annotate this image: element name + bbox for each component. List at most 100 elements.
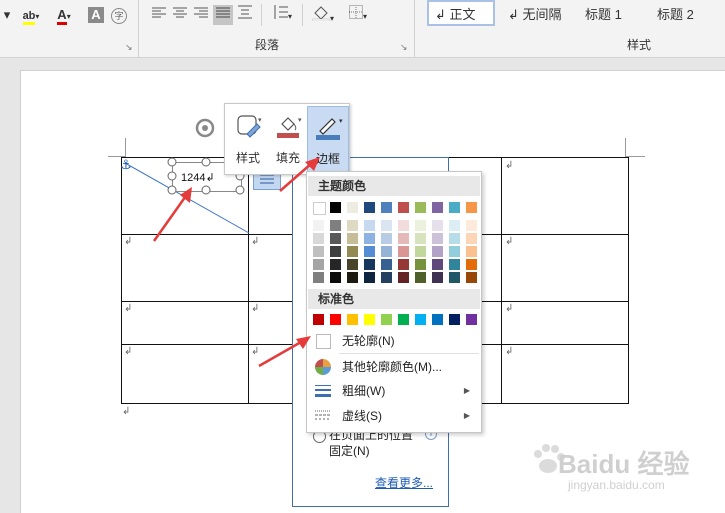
theme-color-shade-swatch[interactable] <box>330 272 341 283</box>
theme-color-shade-swatch[interactable] <box>449 259 460 270</box>
font-color-icon[interactable]: A▾ <box>52 5 76 25</box>
distribute-icon[interactable] <box>236 5 254 25</box>
theme-color-shade-swatch[interactable] <box>415 220 426 231</box>
theme-color-shade-swatch[interactable] <box>313 220 324 231</box>
theme-color-shade-swatch[interactable] <box>432 220 443 231</box>
weight-item[interactable]: 粗细(W) ▶ <box>308 380 480 402</box>
standard-color-swatch[interactable] <box>364 314 375 325</box>
theme-color-shade-swatch[interactable] <box>415 233 426 244</box>
align-center-icon[interactable] <box>171 5 189 25</box>
standard-color-swatch[interactable] <box>415 314 426 325</box>
style-heading-2[interactable]: 标题 2 <box>657 4 694 23</box>
theme-color-shade-swatch[interactable] <box>347 220 358 231</box>
theme-color-shade-swatch[interactable] <box>398 233 409 244</box>
align-left-icon[interactable] <box>150 5 168 25</box>
theme-color-shade-swatch[interactable] <box>449 233 460 244</box>
theme-color-swatch[interactable] <box>364 202 375 213</box>
enclose-char-icon[interactable]: 字 <box>110 5 128 25</box>
see-more-link[interactable]: 查看更多... <box>375 474 433 491</box>
align-right-icon[interactable] <box>192 5 210 25</box>
theme-color-swatch[interactable] <box>449 202 460 213</box>
theme-color-swatch[interactable] <box>381 202 392 213</box>
justify-icon[interactable] <box>213 5 233 25</box>
theme-color-shade-swatch[interactable] <box>381 259 392 270</box>
theme-color-shade-swatch[interactable] <box>398 272 409 283</box>
shape-style-button[interactable]: ▾ 样式 <box>229 106 267 170</box>
theme-color-swatch[interactable] <box>330 202 341 213</box>
theme-color-shade-swatch[interactable] <box>432 272 443 283</box>
theme-color-shade-swatch[interactable] <box>347 272 358 283</box>
theme-color-shade-swatch[interactable] <box>432 259 443 270</box>
theme-color-shade-swatch[interactable] <box>313 259 324 270</box>
style-heading-1[interactable]: 标题 1 <box>585 4 622 23</box>
standard-color-swatch[interactable] <box>347 314 358 325</box>
theme-color-shade-swatch[interactable] <box>415 272 426 283</box>
theme-color-shade-swatch[interactable] <box>381 272 392 283</box>
theme-color-shade-swatch[interactable] <box>364 272 375 283</box>
anchor-icon: ⚓ <box>120 157 132 172</box>
theme-color-shade-swatch[interactable] <box>347 246 358 257</box>
no-outline-item[interactable]: 无轮廓(N) <box>308 330 480 352</box>
theme-color-shade-swatch[interactable] <box>313 246 324 257</box>
theme-color-shade-swatch[interactable] <box>347 259 358 270</box>
dashes-item[interactable]: 虚线(S) ▶ <box>308 405 480 427</box>
theme-color-shade-swatch[interactable] <box>398 259 409 270</box>
rotate-handle-icon[interactable] <box>193 116 217 140</box>
theme-color-swatch[interactable] <box>313 202 326 215</box>
line-spacing-icon[interactable]: ▾ <box>268 5 296 25</box>
standard-color-swatch[interactable] <box>313 314 324 325</box>
theme-color-swatch[interactable] <box>415 202 426 213</box>
theme-color-shade-swatch[interactable] <box>466 259 477 270</box>
separator <box>261 4 262 26</box>
theme-color-shade-swatch[interactable] <box>466 233 477 244</box>
theme-color-shade-swatch[interactable] <box>313 233 324 244</box>
standard-color-swatch[interactable] <box>398 314 409 325</box>
theme-color-shade-swatch[interactable] <box>432 233 443 244</box>
red-arrow-icon <box>258 336 311 368</box>
theme-color-swatch[interactable] <box>432 202 443 213</box>
style-no-spacing[interactable]: ↲ 无间隔 <box>508 4 562 23</box>
dropdown-arrow-icon[interactable]: ▾ <box>0 5 14 25</box>
theme-color-shade-swatch[interactable] <box>466 272 477 283</box>
standard-color-swatch[interactable] <box>449 314 460 325</box>
theme-color-shade-swatch[interactable] <box>415 259 426 270</box>
styles-group-label: 样式 <box>627 38 652 52</box>
theme-color-shade-swatch[interactable] <box>330 233 341 244</box>
theme-color-shade-swatch[interactable] <box>313 272 324 283</box>
theme-color-shade-swatch[interactable] <box>381 233 392 244</box>
style-normal[interactable]: ↲ 正文 <box>435 4 476 23</box>
theme-color-swatch[interactable] <box>398 202 409 213</box>
theme-color-shade-swatch[interactable] <box>466 246 477 257</box>
theme-color-shade-swatch[interactable] <box>381 246 392 257</box>
char-shading-icon[interactable]: A <box>88 7 104 23</box>
theme-color-shade-swatch[interactable] <box>466 220 477 231</box>
theme-color-shade-swatch[interactable] <box>398 246 409 257</box>
theme-color-shade-swatch[interactable] <box>330 259 341 270</box>
theme-color-shade-swatch[interactable] <box>364 246 375 257</box>
standard-color-swatch[interactable] <box>381 314 392 325</box>
theme-color-shade-swatch[interactable] <box>381 220 392 231</box>
standard-color-swatch[interactable] <box>466 314 477 325</box>
theme-color-shade-swatch[interactable] <box>347 233 358 244</box>
standard-color-swatch[interactable] <box>432 314 443 325</box>
borders-icon[interactable]: ▾ <box>343 5 373 25</box>
theme-color-shade-swatch[interactable] <box>330 220 341 231</box>
theme-color-shade-swatch[interactable] <box>432 246 443 257</box>
theme-color-shade-swatch[interactable] <box>364 259 375 270</box>
dialog-launcher-icon[interactable]: ↘ <box>400 42 408 53</box>
highlight-icon[interactable]: ab▾ <box>18 5 44 25</box>
theme-color-shade-swatch[interactable] <box>330 246 341 257</box>
standard-color-swatch[interactable] <box>330 314 341 325</box>
more-outline-colors-item[interactable]: 其他轮廓颜色(M)... <box>308 356 480 378</box>
theme-color-shade-swatch[interactable] <box>449 272 460 283</box>
theme-color-shade-swatch[interactable] <box>449 246 460 257</box>
theme-color-shade-swatch[interactable] <box>398 220 409 231</box>
theme-color-shade-swatch[interactable] <box>415 246 426 257</box>
theme-color-swatch[interactable] <box>347 202 358 213</box>
font-dialog-launcher-icon[interactable]: ↘ <box>125 42 133 53</box>
theme-color-shade-swatch[interactable] <box>364 233 375 244</box>
theme-color-shade-swatch[interactable] <box>449 220 460 231</box>
theme-color-swatch[interactable] <box>466 202 477 213</box>
shading-bucket-icon[interactable]: ▾ <box>308 5 338 25</box>
theme-color-shade-swatch[interactable] <box>364 220 375 231</box>
